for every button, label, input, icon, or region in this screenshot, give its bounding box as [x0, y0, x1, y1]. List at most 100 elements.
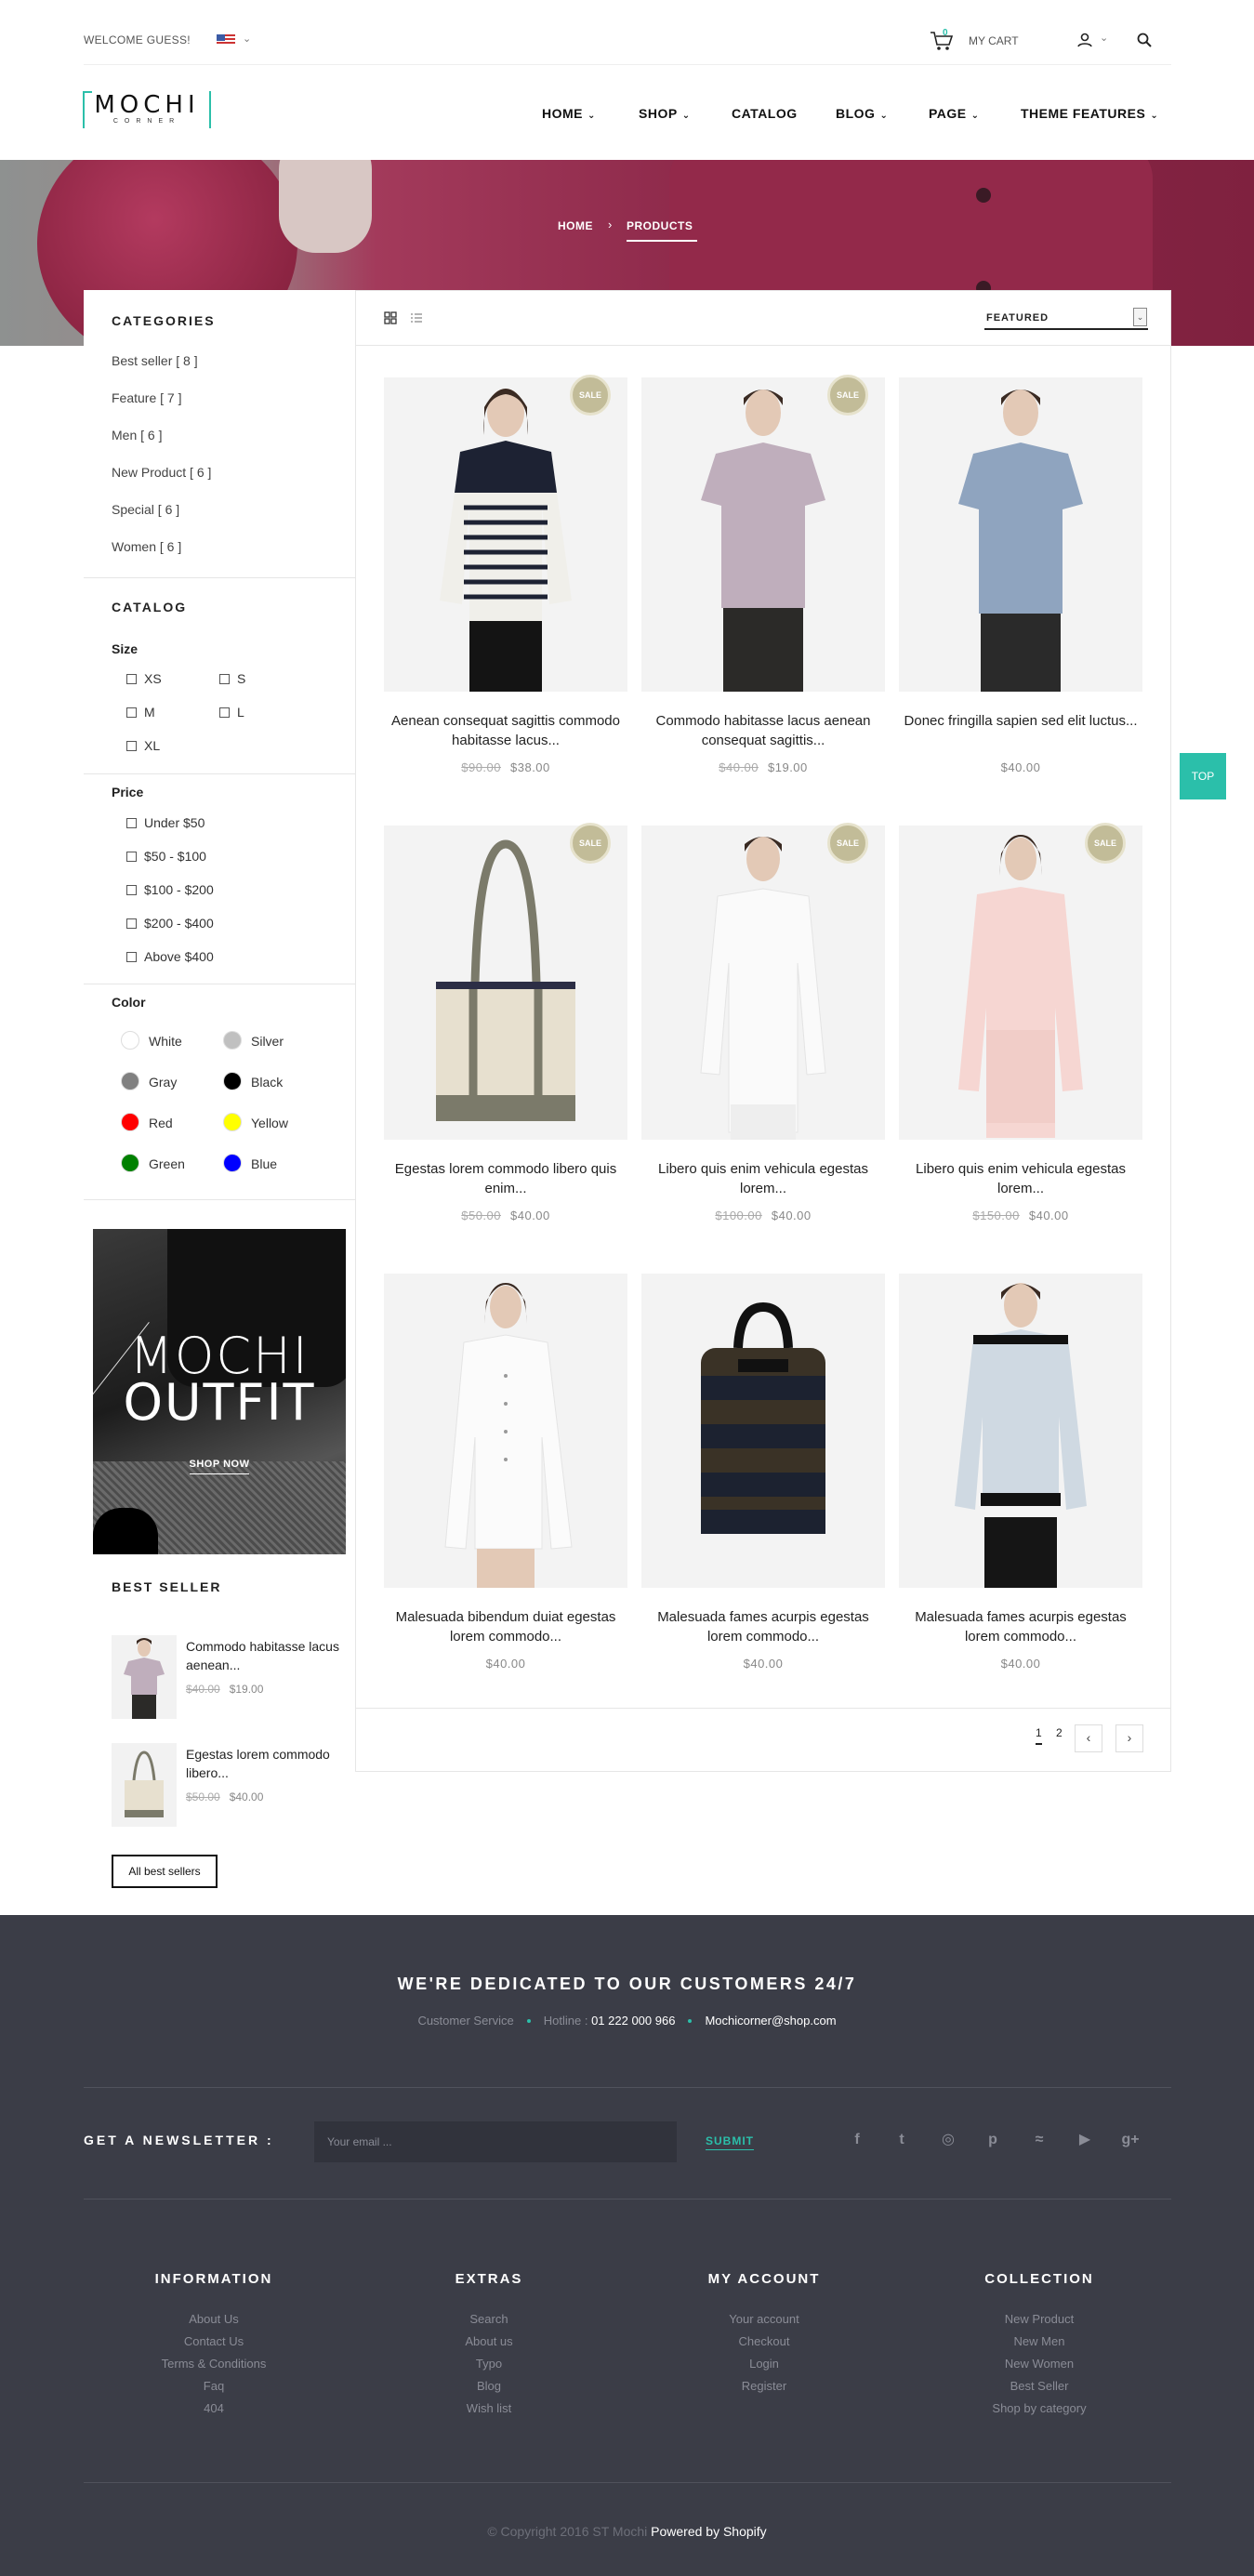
product-image[interactable] — [641, 826, 885, 1140]
promo-banner[interactable]: MOCHI OUTFIT SHOP NOW — [93, 1229, 346, 1554]
facebook-icon[interactable]: f — [846, 2129, 868, 2151]
shop-now-link[interactable]: SHOP NOW — [93, 1459, 346, 1470]
price-checkbox[interactable]: Above $400 — [126, 949, 214, 964]
footer-link[interactable]: New Women — [923, 2357, 1155, 2371]
twitter-icon[interactable]: t — [891, 2129, 913, 2151]
product-title-link[interactable]: Egestas lorem commodo libero quis enim..… — [384, 1159, 627, 1198]
nav-blog[interactable]: BLOG ⌄ — [836, 106, 888, 125]
price-checkbox[interactable]: Under $50 — [126, 815, 205, 830]
product-title-link[interactable]: Malesuada fames acurpis egestas lorem co… — [641, 1607, 885, 1646]
footer-link[interactable]: Typo — [373, 2357, 605, 2371]
shopify-link[interactable]: Powered by Shopify — [651, 2524, 767, 2539]
footer-link[interactable]: Register — [648, 2379, 880, 2393]
category-link[interactable]: Feature [ 7 ] — [112, 390, 181, 405]
footer-link[interactable]: About Us — [98, 2312, 330, 2326]
instagram-icon[interactable]: ◎ — [937, 2129, 959, 2151]
footer-link[interactable]: New Men — [923, 2334, 1155, 2348]
nav-home[interactable]: HOME ⌄ — [542, 106, 596, 125]
color-swatch-blue[interactable]: Blue — [223, 1154, 277, 1172]
price-checkbox[interactable]: $200 - $400 — [126, 916, 214, 931]
youtube-icon[interactable]: ▶ — [1074, 2129, 1096, 2151]
size-checkbox-xl[interactable]: XL — [126, 738, 160, 753]
product-image[interactable] — [899, 826, 1142, 1140]
grid-view-icon[interactable] — [384, 311, 397, 324]
product-image[interactable] — [899, 1274, 1142, 1588]
page-2-link[interactable]: 2 — [1056, 1726, 1063, 1739]
category-link[interactable]: New Product [ 6 ] — [112, 465, 211, 480]
footer-link[interactable]: Your account — [648, 2312, 880, 2326]
search-icon[interactable] — [1136, 32, 1153, 48]
footer-link[interactable]: Faq — [98, 2379, 330, 2393]
category-link[interactable]: Men [ 6 ] — [112, 428, 162, 443]
footer-link[interactable]: New Product — [923, 2312, 1155, 2326]
chevron-down-icon[interactable]: ⌄ — [243, 33, 251, 45]
product-image[interactable] — [641, 377, 885, 692]
google-plus-icon[interactable]: g+ — [1119, 2129, 1142, 2151]
nav-theme-features[interactable]: THEME FEATURES ⌄ — [1021, 106, 1158, 125]
color-swatch-red[interactable]: Red — [121, 1113, 173, 1131]
footer-link[interactable]: Wish list — [373, 2401, 605, 2415]
color-swatch-gray[interactable]: Gray — [121, 1072, 177, 1090]
product-image[interactable] — [899, 377, 1142, 692]
footer-link[interactable]: Search — [373, 2312, 605, 2326]
logo[interactable]: MOCHI CORNER — [83, 91, 211, 128]
size-checkbox-m[interactable]: M — [126, 705, 155, 720]
color-swatch-green[interactable]: Green — [121, 1154, 185, 1172]
nav-catalog[interactable]: CATALOG — [732, 106, 798, 125]
color-swatch-yellow[interactable]: Yellow — [223, 1113, 288, 1131]
price-checkbox[interactable]: $50 - $100 — [126, 849, 206, 864]
breadcrumb-home[interactable]: HOME — [558, 219, 593, 232]
color-swatch-black[interactable]: Black — [223, 1072, 283, 1090]
footer-link[interactable]: About us — [373, 2334, 605, 2348]
nav-shop[interactable]: SHOP ⌄ — [639, 106, 691, 125]
nav-page[interactable]: PAGE ⌄ — [929, 106, 980, 125]
chevron-down-icon[interactable]: ⌄ — [1133, 308, 1147, 326]
newsletter-submit-button[interactable]: SUBMIT — [706, 2134, 754, 2150]
product-title-link[interactable]: Malesuada fames acurpis egestas lorem co… — [899, 1607, 1142, 1646]
product-image[interactable] — [384, 377, 627, 692]
rss-icon[interactable]: ≈ — [1028, 2129, 1050, 2151]
footer-link[interactable]: Blog — [373, 2379, 605, 2393]
product-image[interactable] — [384, 1274, 627, 1588]
best-seller-thumbnail[interactable] — [112, 1635, 177, 1719]
footer-link[interactable]: Best Seller — [923, 2379, 1155, 2393]
footer-link[interactable]: Checkout — [648, 2334, 880, 2348]
user-icon[interactable] — [1076, 32, 1093, 48]
cart-icon[interactable] — [930, 29, 954, 53]
category-link[interactable]: Women [ 6 ] — [112, 539, 181, 554]
all-best-sellers-button[interactable]: All best sellers — [112, 1855, 218, 1888]
us-flag-icon[interactable] — [217, 34, 235, 46]
size-checkbox-xs[interactable]: XS — [126, 671, 162, 686]
category-link[interactable]: Best seller [ 8 ] — [112, 353, 198, 368]
product-title-link[interactable]: Malesuada bibendum duiat egestas lorem c… — [384, 1607, 627, 1646]
size-checkbox-s[interactable]: S — [219, 671, 245, 686]
best-seller-thumbnail[interactable] — [112, 1743, 177, 1827]
cart-link[interactable]: MY CART — [969, 34, 1019, 47]
product-image[interactable] — [384, 826, 627, 1140]
prev-page-button[interactable]: ‹ — [1075, 1724, 1102, 1752]
product-title-link[interactable]: Aenean consequat sagittis commodo habita… — [384, 711, 627, 750]
color-swatch-silver[interactable]: Silver — [223, 1031, 284, 1050]
size-checkbox-l[interactable]: L — [219, 705, 244, 720]
newsletter-email-input[interactable] — [314, 2121, 677, 2162]
back-to-top-button[interactable]: TOP — [1180, 753, 1226, 799]
page-1-link[interactable]: 1 — [1036, 1726, 1042, 1745]
product-title-link[interactable]: Libero quis enim vehicula egestas lorem.… — [899, 1159, 1142, 1198]
list-view-icon[interactable] — [410, 311, 423, 324]
next-page-button[interactable]: › — [1115, 1724, 1143, 1752]
footer-link[interactable]: Shop by category — [923, 2401, 1155, 2415]
product-image[interactable] — [641, 1274, 885, 1588]
category-link[interactable]: Special [ 6 ] — [112, 502, 179, 517]
footer-link[interactable]: Contact Us — [98, 2334, 330, 2348]
chevron-down-icon[interactable]: ⌄ — [1100, 32, 1108, 44]
best-seller-title-link[interactable]: Commodo habitasse lacus aenean... — [186, 1637, 344, 1674]
sort-select[interactable]: FEATURED ⌄ — [984, 306, 1148, 330]
product-title-link[interactable]: Commodo habitasse lacus aenean consequat… — [641, 711, 885, 750]
price-checkbox[interactable]: $100 - $200 — [126, 882, 214, 897]
product-title-link[interactable]: Donec fringilla sapien sed elit luctus..… — [899, 711, 1142, 731]
footer-link[interactable]: Terms & Conditions — [98, 2357, 330, 2371]
color-swatch-white[interactable]: White — [121, 1031, 182, 1050]
product-title-link[interactable]: Libero quis enim vehicula egestas lorem.… — [641, 1159, 885, 1198]
pinterest-icon[interactable]: p — [982, 2129, 1004, 2151]
footer-link[interactable]: 404 — [98, 2401, 330, 2415]
